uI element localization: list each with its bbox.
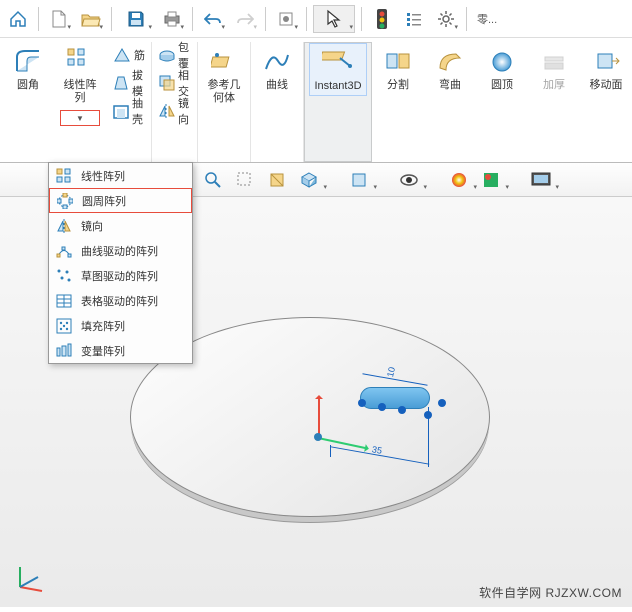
rib-icon [112,45,132,65]
fillet-button[interactable]: 圆角 [6,42,50,95]
fill-pattern-icon [55,317,73,335]
ref-geometry-icon [208,45,240,77]
shell-icon [112,101,130,121]
dropdown-mirror[interactable]: 镜向 [49,213,192,238]
instant3d-icon [322,46,354,78]
fillet-icon [12,45,44,77]
linear-pattern-small-icon [55,167,73,185]
undo-icon[interactable] [199,5,227,33]
dropdown-circular-pattern[interactable]: 圆周阵列 [49,188,192,213]
circular-pattern-icon [56,192,74,210]
section-icon[interactable] [264,167,290,193]
dim-handle[interactable] [424,411,432,419]
dropdown-curve-pattern[interactable]: 曲线驱动的阵列 [49,238,192,263]
rib-button[interactable]: 筋 [110,42,147,68]
feature-ribbon: 圆角 线性阵 列 ▼ 筋 拔模 抽壳 包覆 相交 镜向 参考几 何体 曲 [0,38,632,163]
quick-access-toolbar: 零... [0,0,632,38]
intersect-icon [158,73,176,93]
thicken-button: 加厚 [532,42,576,95]
dim-handle[interactable] [398,406,406,414]
draft-icon [112,73,130,93]
home-icon[interactable] [4,5,32,33]
draft-button[interactable]: 拔模 [110,70,147,96]
display-style-icon[interactable] [346,167,372,193]
dim-handle[interactable] [358,399,366,407]
linear-pattern-button[interactable]: 线性阵 列 [58,42,102,108]
mirror-button[interactable]: 镜向 [156,98,193,124]
search-text[interactable]: 零... [473,11,497,27]
redo-icon[interactable] [231,5,259,33]
split-icon [382,45,414,77]
dropdown-table-pattern[interactable]: 表格驱动的阵列 [49,288,192,313]
settings-gear-icon[interactable] [432,5,460,33]
dome-button[interactable]: 圆顶 [480,42,524,95]
print-icon[interactable] [158,5,186,33]
part-slot-feature [360,387,430,409]
mirror-small-icon [55,217,73,235]
table-pattern-icon [55,292,73,310]
ref-geometry-button[interactable]: 参考几 何体 [202,42,246,108]
pattern-dropdown-arrow[interactable]: ▼ [60,110,100,126]
hide-show-icon[interactable] [396,167,422,193]
mirror-icon [158,101,176,121]
bend-icon [434,45,466,77]
dimension-value-1: 10 [385,366,397,378]
curve-pattern-icon [55,242,73,260]
dome-icon [486,45,518,77]
curve-icon [261,45,293,77]
pattern-dropdown-menu: 线性阵列 圆周阵列 镜向 曲线驱动的阵列 草图驱动的阵列 表格驱动的阵列 填充阵… [48,162,193,364]
thicken-icon [538,45,570,77]
save-icon[interactable] [118,5,154,33]
open-file-icon[interactable] [77,5,105,33]
view-triad-icon [12,555,52,595]
linear-pattern-icon [64,45,96,77]
move-face-button[interactable]: 移动面 [584,42,628,95]
zoom-fit-icon[interactable] [200,167,226,193]
new-file-icon[interactable] [45,5,73,33]
dim-handle[interactable] [438,399,446,407]
instant3d-button[interactable]: Instant3D [309,43,367,96]
split-button[interactable]: 分割 [376,42,420,95]
dropdown-variable-pattern[interactable]: 变量阵列 [49,338,192,363]
dropdown-fill-pattern[interactable]: 填充阵列 [49,313,192,338]
scene-icon[interactable] [478,167,504,193]
wrap-button[interactable]: 包覆 [156,42,193,68]
dimension-ext [330,445,331,457]
traffic-light-icon[interactable] [368,5,396,33]
move-face-icon [590,45,622,77]
view-orientation-icon[interactable] [296,167,322,193]
watermark-text: 软件自学网 RJZXW.COM [479,584,622,601]
shell-button[interactable]: 抽壳 [110,98,147,124]
appearance-icon[interactable] [446,167,472,193]
sketch-pattern-icon [55,267,73,285]
render-icon[interactable] [528,167,554,193]
bend-button[interactable]: 弯曲 [428,42,472,95]
intersect-button[interactable]: 相交 [156,70,193,96]
cursor-select-icon[interactable] [313,5,355,33]
dropdown-linear-pattern[interactable]: 线性阵列 [49,163,192,188]
zoom-area-icon[interactable] [232,167,258,193]
variable-pattern-icon [55,342,73,360]
wrap-icon [158,45,176,65]
selection-filter-icon[interactable] [272,5,300,33]
dropdown-sketch-pattern[interactable]: 草图驱动的阵列 [49,263,192,288]
list-icon[interactable] [400,5,428,33]
dim-handle[interactable] [378,403,386,411]
curve-button[interactable]: 曲线 [255,42,299,95]
